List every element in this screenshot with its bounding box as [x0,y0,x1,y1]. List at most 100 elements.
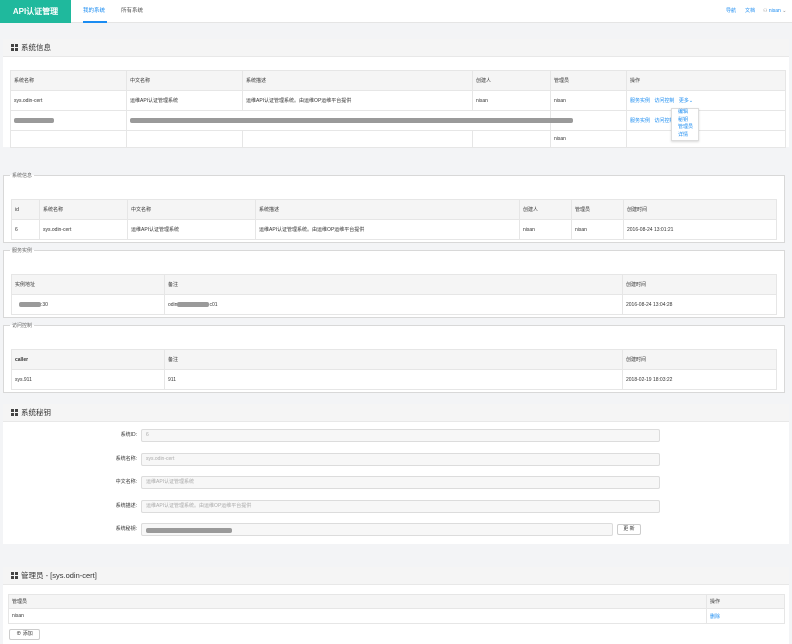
detail-fieldset: 系统信息 id 系统名称 中文名称 系统描述 创建人 管理员 创建时间 6 sy… [3,172,785,243]
description-field[interactable]: 运维API认证管理系统。由运维OP运维平台提供 [141,500,660,513]
ops-cell: 服务实例 访问控制 [626,110,786,131]
col-header: 创建人 [519,199,572,220]
tab-all-systems[interactable]: 所有系统 [121,0,143,23]
col-header: 系统名称 [10,70,127,91]
brand-logo[interactable]: API认证管理 [0,0,71,23]
col-header: 管理员 [550,70,627,91]
access-control-link[interactable]: 访问控制 [654,98,674,104]
table-row: sys.odin-cert 运维API认证管理系统 运维API认证管理系统。由运… [10,90,786,111]
secret-field[interactable] [141,523,613,536]
nav-link-docs[interactable]: 文档 [745,0,755,23]
admins-table: 管理员 操作 nisan 删除 [8,594,785,624]
fieldset-legend: 访问控制 [12,323,33,329]
tab-my-systems[interactable]: 我的系统 [83,0,107,23]
cell-redacted [126,110,573,131]
cell: sys.odin-cert [10,90,127,111]
note-prefix: odin [168,301,178,308]
menu-item-detail[interactable]: 详情 [672,132,698,140]
grid-icon [11,409,18,416]
add-admin-button[interactable]: ⊕ 添加 [9,629,40,640]
cell [472,130,551,148]
col-header: 创建时间 [623,199,777,220]
cell: 运维API认证管理系统。由运维OP运维平台提供 [255,219,520,240]
table-row: sys.911 911 2018-02-19 18:03:22 [11,369,777,390]
col-header: 系统描述 [242,70,473,91]
form-row-name: 系统名称: sys.odin-cert [3,453,789,466]
cell: nisan [571,219,624,240]
cell: 911 [164,369,623,390]
system-name-field[interactable]: sys.odin-cert [141,453,660,466]
col-header: 操作 [626,70,786,91]
fieldset-legend: 服务实例 [12,248,33,254]
system-id-field[interactable]: 6 [141,429,660,442]
chinese-name-field[interactable]: 运维API认证管理系统 [141,476,660,489]
admins-panel: 管理员 - [sys.odin-cert] 管理员 操作 nisan 删除 ⊕ … [3,567,789,644]
table-header-row: 系统名称 中文名称 系统描述 创建人 管理员 操作 [10,70,786,91]
delete-link[interactable]: 删除 [710,614,720,620]
cell [626,130,786,148]
user-name: nisan [768,8,781,14]
panel-title: 系统秘钥 [21,408,51,417]
col-header: id [11,199,40,220]
col-header: 管理员 [8,594,707,609]
panel-title: 系统信息 [21,43,51,52]
chevron-down-icon: ⌄ [782,8,787,14]
nav-link-guide[interactable]: 导航 [726,0,736,23]
service-instance-table: 实例地址 备注 创建时间 :30 odin c01 2016-08-24 13:0… [11,274,777,315]
system-table: 系统名称 中文名称 系统描述 创建人 管理员 操作 sys.odin-cert … [10,70,786,148]
cell [10,130,127,148]
address-suffix: :30 [41,301,48,308]
note-cell: odin c01 [164,294,623,315]
service-instance-link[interactable]: 服务实例 [630,118,650,124]
table-header-row: 管理员 操作 [8,594,785,609]
more-link[interactable]: 更多 [679,98,689,104]
panel-header: 系统信息 [3,39,789,57]
col-header: 创建人 [472,70,551,91]
user-icon: ⚇ [763,8,768,14]
table-row: :30 odin c01 2016-08-24 13:04:28 [11,294,777,315]
col-header: 备注 [164,349,623,370]
cell: sys.911 [11,369,165,390]
add-label: 添加 [22,631,33,637]
user-menu[interactable]: ⚇ nisan ⌄ [763,0,786,23]
col-header: 操作 [706,594,785,609]
ops-cell: 删除 [706,608,785,624]
table-header-row: caller 备注 创建时间 [11,349,777,370]
cell-redacted [10,110,127,131]
menu-item-admins[interactable]: 管理员 [672,124,698,132]
form-row-id: 系统ID: 6 [3,429,789,442]
plus-circle-icon: ⊕ [16,631,22,637]
menu-item-edit[interactable]: 编辑 [672,109,698,117]
col-header: 实例地址 [11,274,165,295]
cell: nisan [8,608,707,624]
redacted-text [14,117,54,123]
cell: nisan [519,219,572,240]
update-button[interactable]: 更 新 [617,524,641,535]
cell: 2016-08-24 13:01:21 [623,219,777,240]
cell: nisan [472,90,551,111]
table-row: 6 sys.odin-cert 运维API认证管理系统 运维API认证管理系统。… [11,219,777,240]
col-header: 创建时间 [622,274,777,295]
col-header: 备注 [164,274,623,295]
service-instance-fieldset: 服务实例 实例地址 备注 创建时间 :30 odin c01 2016-08-24… [3,247,785,318]
panel-title: 管理员 - [sys.odin-cert] [21,571,97,580]
col-header: 中文名称 [126,70,243,91]
col-header: 系统名称 [39,199,128,220]
table-header-row: 实例地址 备注 创建时间 [11,274,777,295]
col-header: 系统描述 [255,199,520,220]
top-nav: API认证管理 我的系统 所有系统 导航 文档 ⚇ nisan ⌄ [0,0,792,23]
cell: nisan [550,130,627,148]
service-instance-link[interactable]: 服务实例 [630,98,650,104]
menu-item-secret[interactable]: 秘钥 [672,117,698,125]
table-header-row: id 系统名称 中文名称 系统描述 创建人 管理员 创建时间 [11,199,777,220]
access-control-table: caller 备注 创建时间 sys.911 911 2018-02-19 18… [11,349,777,390]
field-label: 系统秘钥: [115,526,137,532]
field-label: 系统描述: [115,503,137,509]
detail-table: id 系统名称 中文名称 系统描述 创建人 管理员 创建时间 6 sys.odi… [11,199,777,240]
access-control-fieldset: 访问控制 caller 备注 创建时间 sys.911 911 2018-02-… [3,322,785,393]
more-dropdown-menu: 编辑 秘钥 管理员 详情 [671,108,699,141]
col-header: 创建时间 [622,349,777,370]
form-row-desc: 系统描述: 运维API认证管理系统。由运维OP运维平台提供 [3,500,789,513]
fieldset-legend: 系统信息 [12,173,33,179]
cell: 6 [11,219,40,240]
